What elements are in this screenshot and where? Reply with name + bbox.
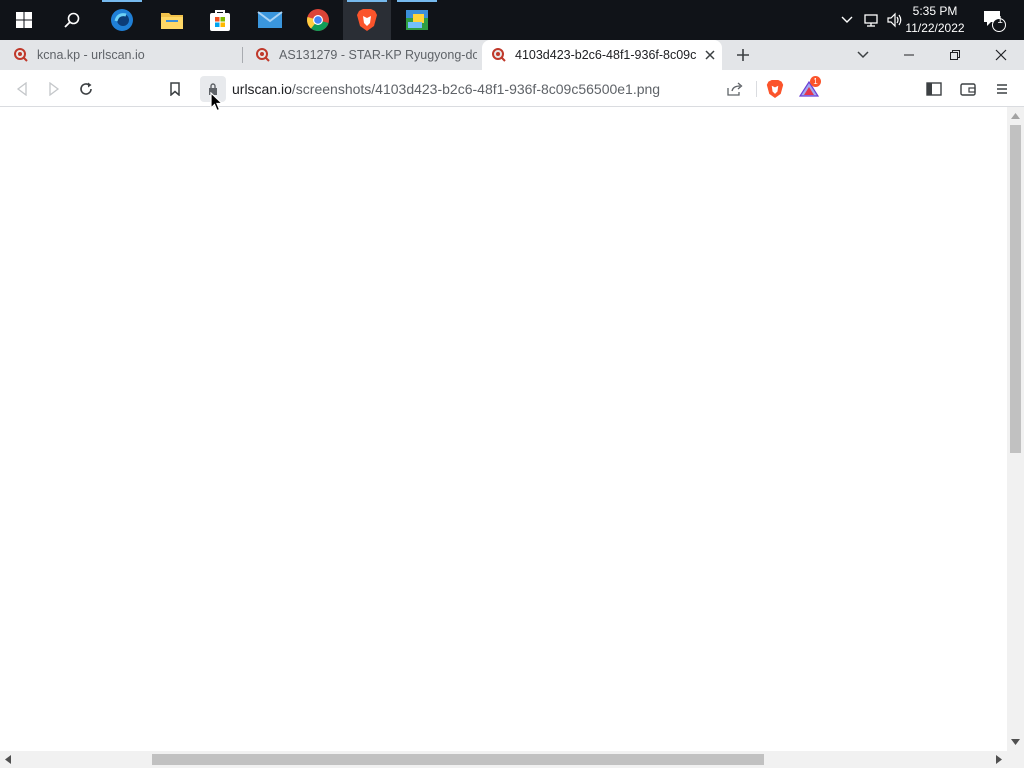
brave-icon <box>357 9 377 31</box>
action-center-button[interactable]: 1 <box>978 0 1008 40</box>
tab-title: 4103d423-b2c6-48f1-936f-8c09c56500e1.png <box>515 48 697 62</box>
close-window-button[interactable] <box>978 40 1024 70</box>
network-icon <box>864 14 878 27</box>
clock-time: 5:35 PM <box>912 4 958 18</box>
scroll-down-arrow-icon[interactable] <box>1011 739 1020 745</box>
chevron-up-icon <box>841 16 853 23</box>
toolbar-divider <box>756 81 757 97</box>
hamburger-menu-icon <box>997 84 1007 94</box>
taskbar-photos[interactable] <box>393 0 441 40</box>
reload-button[interactable] <box>73 76 99 102</box>
store-icon <box>210 10 230 31</box>
tab-title: AS131279 - STAR-KP Ryugyong-dong <box>279 48 477 62</box>
taskbar-file-explorer[interactable] <box>148 0 196 40</box>
tray-overflow-button[interactable] <box>838 0 856 40</box>
url-path: /screenshots/4103d423-b2c6-48f1-936f-8c0… <box>291 81 661 97</box>
urlscan-favicon-icon <box>492 48 506 62</box>
page-content <box>0 107 1007 751</box>
mouse-cursor-icon <box>210 92 224 112</box>
vertical-scroll-thumb[interactable] <box>1010 125 1021 453</box>
wallet-icon <box>960 83 976 96</box>
back-button[interactable] <box>9 76 35 102</box>
restore-icon <box>950 50 960 60</box>
rewards-badge: 1 <box>810 76 821 87</box>
address-bar[interactable]: urlscan.io/screenshots/4103d423-b2c6-48f… <box>196 75 826 103</box>
plus-icon <box>737 49 749 61</box>
chrome-icon <box>307 9 329 31</box>
scroll-right-arrow-icon[interactable] <box>996 755 1002 764</box>
bookmark-icon <box>170 82 180 96</box>
tab-title: kcna.kp - urlscan.io <box>37 48 145 62</box>
tab-screenshot-png[interactable]: 4103d423-b2c6-48f1-936f-8c09c56500e1.png <box>482 40 722 70</box>
horizontal-scroll-thumb[interactable] <box>152 754 764 765</box>
horizontal-scrollbar[interactable] <box>0 751 1024 768</box>
taskbar-store[interactable] <box>196 0 244 40</box>
back-arrow-icon <box>16 82 27 96</box>
taskbar-chrome[interactable] <box>294 0 342 40</box>
tab-as131279[interactable]: AS131279 - STAR-KP Ryugyong-dong <box>242 40 482 70</box>
tab-kcna[interactable]: kcna.kp - urlscan.io <box>0 40 242 70</box>
tab-strip: kcna.kp - urlscan.io AS131279 - STAR-KP … <box>0 40 1024 70</box>
browser-toolbar: urlscan.io/screenshots/4103d423-b2c6-48f… <box>0 70 1024 107</box>
search-icon <box>64 12 80 28</box>
mail-icon <box>257 11 283 28</box>
forward-button[interactable] <box>41 76 67 102</box>
url-text[interactable]: urlscan.io/screenshots/4103d423-b2c6-48f… <box>232 81 660 97</box>
tab-search-button[interactable] <box>850 42 876 68</box>
sidebar-button[interactable] <box>921 76 947 102</box>
notification-count: 1 <box>997 15 1003 26</box>
brave-rewards-button[interactable]: 1 <box>796 76 822 102</box>
share-icon <box>727 82 743 96</box>
windows-logo-icon <box>16 12 32 28</box>
bookmark-button[interactable] <box>162 76 188 102</box>
taskbar-mail[interactable] <box>246 0 294 40</box>
minimize-button[interactable] <box>886 40 932 70</box>
tab-separator <box>242 47 243 63</box>
minimize-icon <box>904 54 914 56</box>
reload-icon <box>80 82 92 95</box>
close-tab-icon[interactable] <box>704 49 716 61</box>
folder-icon <box>161 13 183 29</box>
urlscan-favicon-icon <box>256 48 270 62</box>
wallet-button[interactable] <box>955 76 981 102</box>
sidebar-icon <box>926 82 942 96</box>
taskbar-brave[interactable] <box>343 0 391 40</box>
taskbar-edge[interactable] <box>98 0 146 40</box>
photos-icon <box>406 10 428 30</box>
taskbar-search-button[interactable] <box>48 0 96 40</box>
scroll-up-arrow-icon[interactable] <box>1011 113 1020 119</box>
system-clock[interactable]: 5:35 PM 11/22/2022 <box>900 0 970 40</box>
main-menu-button[interactable] <box>989 76 1015 102</box>
start-button[interactable] <box>0 0 48 40</box>
forward-arrow-icon <box>49 82 60 96</box>
windows-taskbar: 5:35 PM 11/22/2022 1 <box>0 0 1024 40</box>
clock-date: 11/22/2022 <box>905 21 965 35</box>
edge-icon <box>111 9 133 31</box>
scroll-left-arrow-icon[interactable] <box>5 755 11 764</box>
brave-shields-icon <box>766 80 784 98</box>
brave-shields-button[interactable] <box>762 76 788 102</box>
close-icon <box>995 49 1007 61</box>
network-button[interactable] <box>860 0 882 40</box>
new-tab-button[interactable] <box>730 42 756 68</box>
restore-button[interactable] <box>932 40 978 70</box>
url-host: urlscan.io <box>232 81 292 97</box>
urlscan-favicon-icon <box>14 48 28 62</box>
vertical-scrollbar[interactable] <box>1007 107 1024 751</box>
share-button[interactable] <box>722 76 748 102</box>
chevron-down-icon <box>857 51 869 59</box>
